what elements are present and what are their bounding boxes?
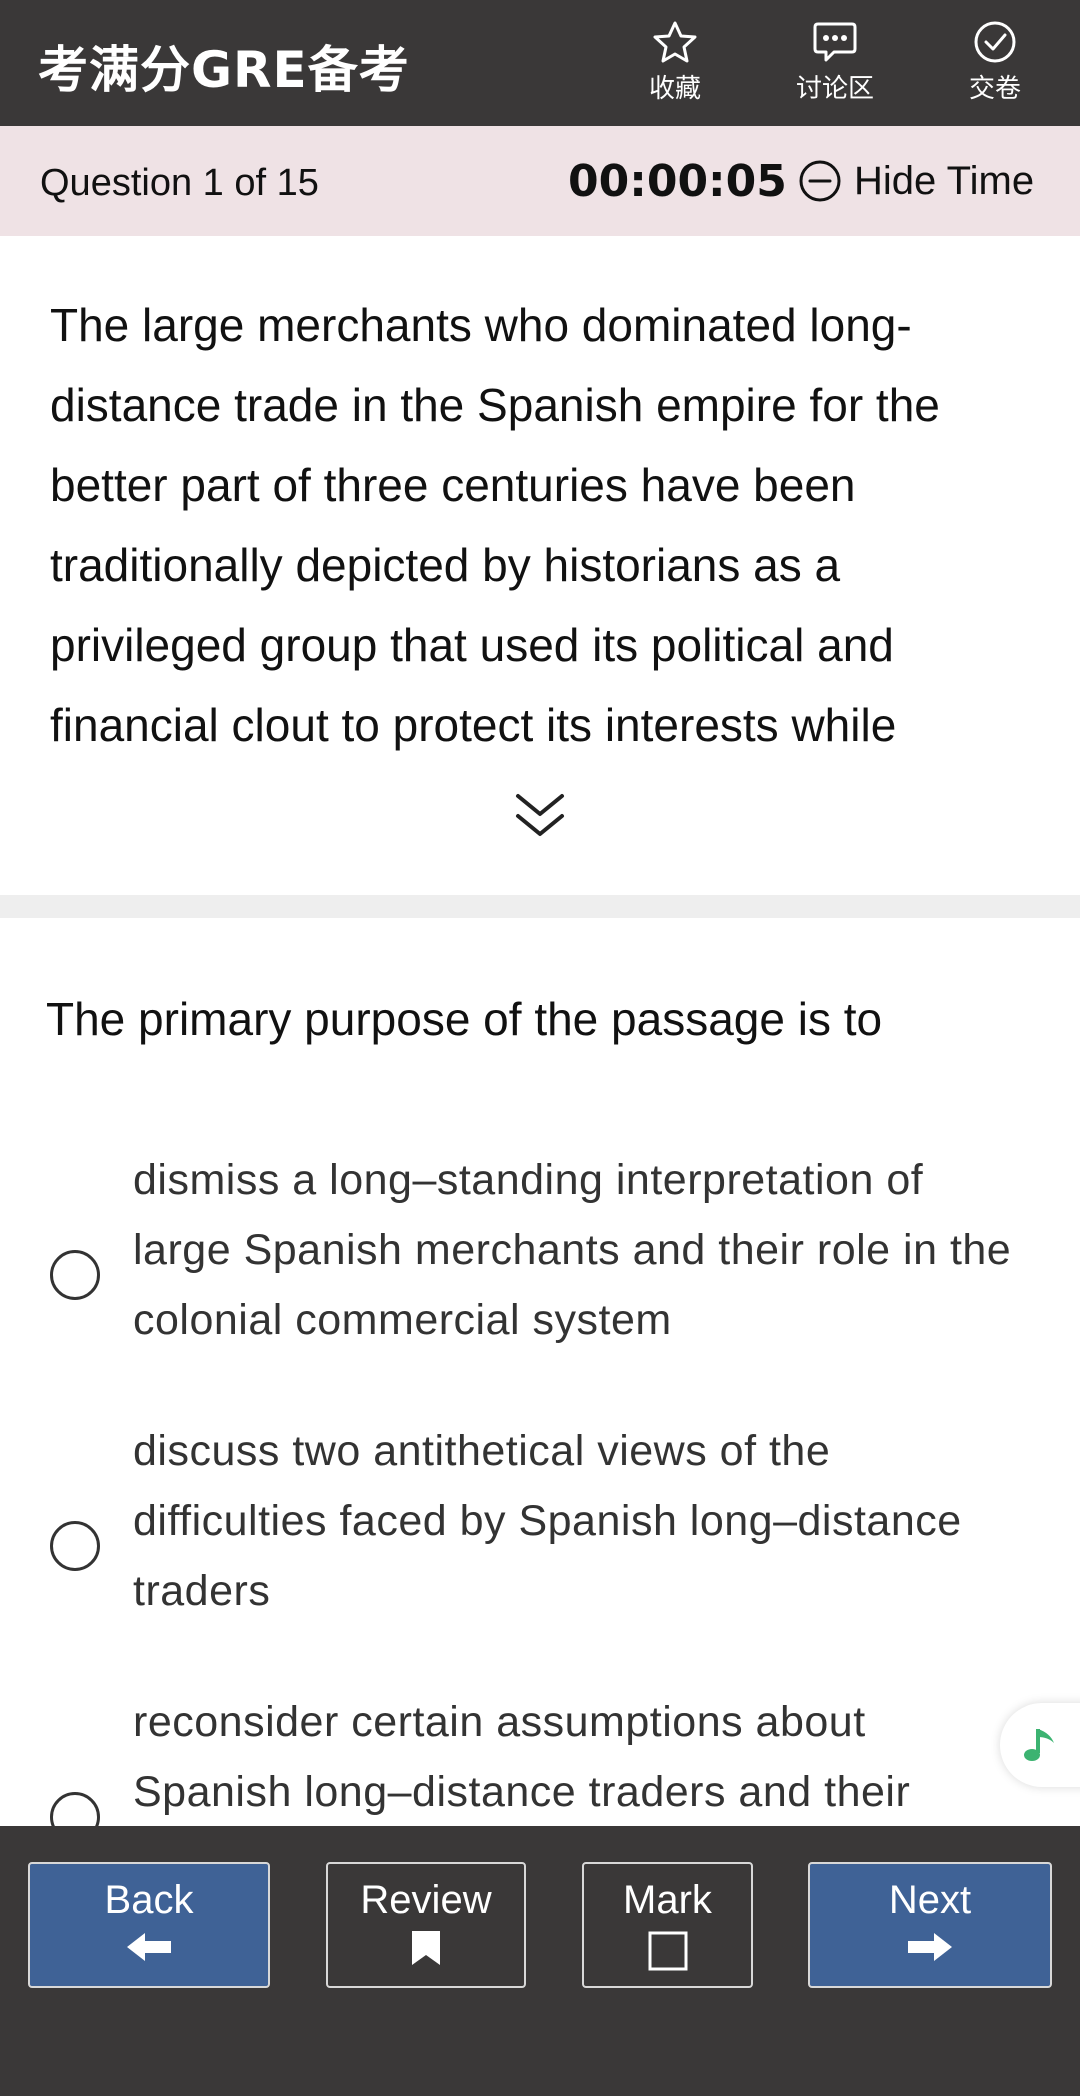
- review-label: Review: [360, 1878, 492, 1922]
- question-prompt: The primary purpose of the passage is to: [46, 993, 883, 1045]
- favorite-button[interactable]: 收藏: [610, 20, 740, 110]
- check-circle-icon: [974, 21, 1016, 63]
- arrow-right-icon: [908, 1933, 952, 1961]
- star-icon: [653, 21, 697, 63]
- discussion-button[interactable]: 讨论区: [770, 20, 900, 110]
- section-divider: [0, 895, 1080, 918]
- next-button[interactable]: Next: [808, 1862, 1052, 1988]
- answer-option-c[interactable]: reconsider certain assumptions about Spa…: [0, 1692, 1080, 1826]
- radio-button[interactable]: [50, 1792, 100, 1826]
- radio-button[interactable]: [50, 1250, 100, 1300]
- question-counter: Question 1 of 15: [40, 162, 319, 204]
- answer-options: dismiss a long–standing interpretation o…: [0, 1150, 1080, 1826]
- review-button[interactable]: Review: [326, 1862, 526, 1988]
- double-chevron-down-icon[interactable]: [514, 790, 566, 842]
- back-label: Back: [104, 1878, 194, 1922]
- favorite-label: 收藏: [648, 74, 701, 104]
- music-button[interactable]: [1000, 1703, 1080, 1787]
- timer: 00:00:05: [568, 156, 787, 207]
- bottom-nav: Back Review Mark Next: [0, 1826, 1080, 2096]
- radio-button[interactable]: [50, 1521, 100, 1571]
- app-header: 考满分GRE备考 收藏 讨论区 交卷: [0, 0, 1080, 126]
- back-button[interactable]: Back: [28, 1862, 270, 1988]
- hide-time-label: Hide Time: [854, 158, 1035, 203]
- arrow-left-icon: [127, 1933, 171, 1961]
- checkbox-icon: [648, 1931, 687, 1971]
- answer-option-a[interactable]: dismiss a long–standing interpretation o…: [0, 1150, 1080, 1390]
- chat-icon: [813, 22, 857, 62]
- app-title: 考满分GRE备考: [38, 41, 410, 99]
- submit-button[interactable]: 交卷: [930, 20, 1060, 110]
- bookmark-icon: [412, 1931, 440, 1965]
- status-bar: Question 1 of 15 00:00:05 Hide Time: [0, 126, 1080, 236]
- option-text: discuss two antithetical views of the di…: [133, 1427, 962, 1615]
- mark-button[interactable]: Mark: [582, 1862, 753, 1988]
- submit-label: 交卷: [968, 74, 1021, 104]
- mark-label: Mark: [623, 1878, 712, 1922]
- hide-time-button[interactable]: Hide Time: [798, 156, 1034, 206]
- minus-circle-icon: [799, 160, 841, 202]
- discussion-label: 讨论区: [795, 74, 874, 104]
- answer-option-b[interactable]: discuss two antithetical views of the di…: [0, 1421, 1080, 1661]
- option-text: reconsider certain assumptions about Spa…: [133, 1698, 911, 1816]
- option-text: dismiss a long–standing interpretation o…: [133, 1156, 1012, 1344]
- next-label: Next: [888, 1878, 972, 1922]
- music-note-icon: [1024, 1729, 1054, 1761]
- passage-text: The large merchants who dominated long-d…: [50, 299, 940, 751]
